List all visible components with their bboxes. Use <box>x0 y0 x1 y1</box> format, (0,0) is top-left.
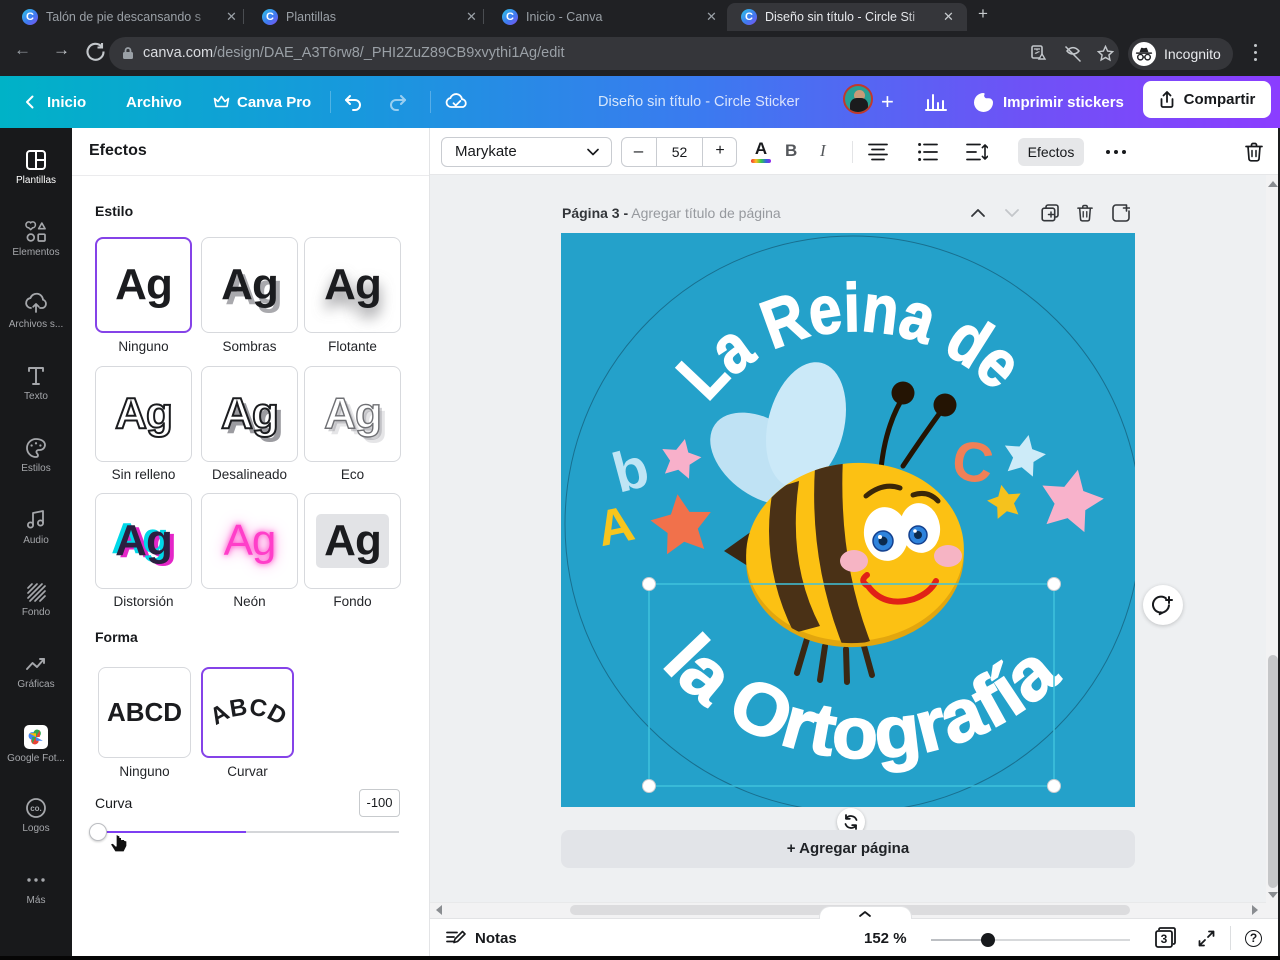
svg-text:ABCD: ABCD <box>208 693 288 730</box>
svg-text:3: 3 <box>1161 932 1168 946</box>
svg-text:co.: co. <box>30 804 42 813</box>
